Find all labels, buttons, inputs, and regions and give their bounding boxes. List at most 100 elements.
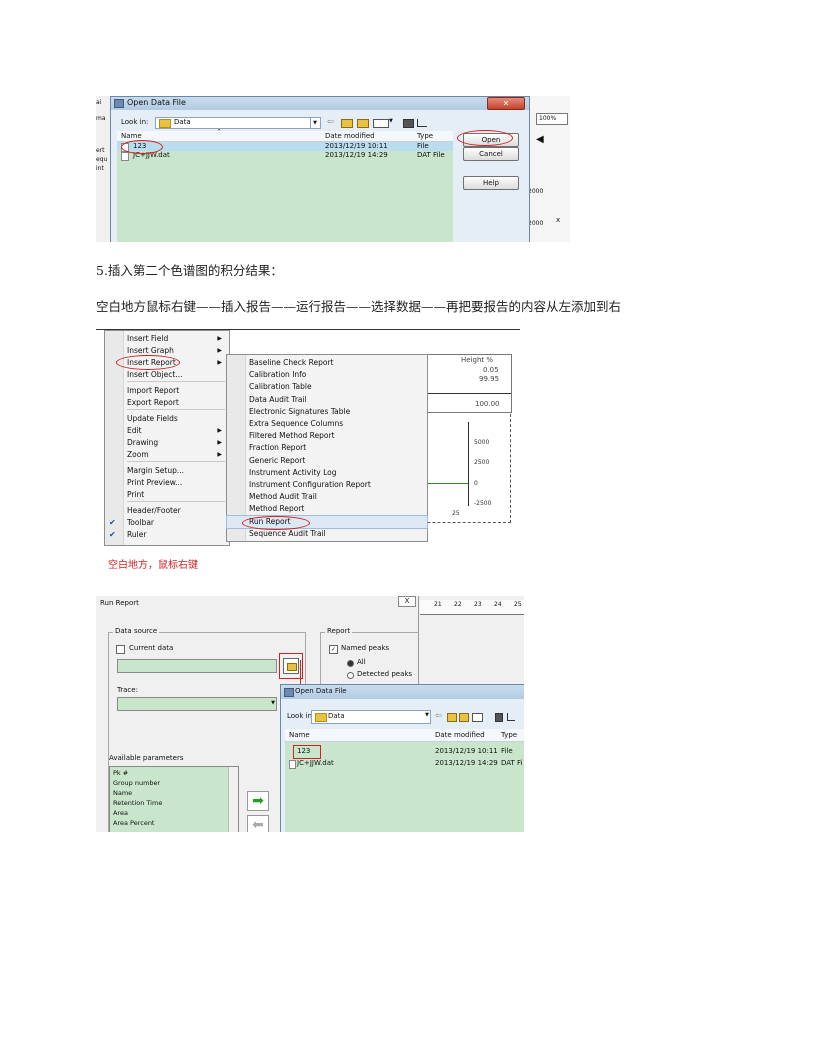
submenu-item[interactable]: Instrument Activity Log (227, 467, 427, 479)
submenu-item[interactable]: Baseline Check Report (227, 357, 427, 369)
submenu-item[interactable]: Calibration Table (227, 381, 427, 393)
views-chevron-icon[interactable]: ▼ (389, 118, 393, 124)
context-menu-item[interactable]: Import Report (105, 385, 229, 397)
menu-item-label: Edit (127, 426, 142, 435)
context-menu-item[interactable]: Zoom ▶ (105, 449, 229, 461)
zoom-box[interactable]: 100% (536, 113, 568, 125)
col-name[interactable]: Name (121, 132, 142, 140)
up-folder-icon[interactable] (341, 119, 353, 128)
param-item[interactable]: Area Percent (113, 818, 154, 828)
menu-item-label: Print Preview... (127, 478, 183, 487)
data-source-label: Data source (113, 627, 160, 635)
open-highlight-circle (457, 130, 513, 146)
close-button[interactable]: ✕ (487, 97, 525, 110)
look-in-select[interactable]: Data ▼ (311, 710, 431, 724)
back-icon[interactable]: ⇦ (435, 711, 442, 720)
col-type[interactable]: Type (501, 731, 517, 739)
up-folder-icon[interactable] (447, 713, 457, 722)
close-button[interactable]: X (398, 596, 416, 607)
context-menu-item[interactable]: Insert Object... (105, 369, 229, 381)
file-icon (121, 152, 129, 161)
back-icon[interactable]: ⇦ (327, 117, 334, 126)
insert-report-highlight (116, 355, 180, 370)
col-name[interactable]: Name (289, 731, 310, 739)
context-menu-item[interactable]: Drawing ▶ (105, 437, 229, 449)
ruler-number: 22 (454, 601, 462, 608)
right-axis-2: 2000 (528, 220, 544, 227)
data-path-input[interactable] (117, 659, 277, 673)
folder-icon (315, 713, 327, 722)
file-row[interactable]: 123 2013/12/19 10:11 File (117, 142, 453, 152)
named-peaks-label: Named peaks (341, 644, 390, 652)
tick-label: 5000 (474, 439, 490, 446)
preview-icon[interactable] (495, 713, 503, 722)
menu-item-label: Margin Setup... (127, 466, 184, 475)
report-label: Report (325, 627, 353, 635)
submenu-item[interactable]: Filtered Method Report (227, 430, 427, 442)
trace-select[interactable]: ▼ (117, 697, 277, 711)
context-menu-item[interactable]: ✔ Ruler (105, 529, 229, 541)
submenu-item-label: Electronic Signatures Table (249, 406, 351, 416)
look-in-select[interactable]: Data ▼ (155, 117, 321, 129)
submenu-item-label: Calibration Info (249, 370, 307, 380)
detected-radio[interactable] (347, 672, 354, 679)
left-label-5: int (96, 165, 104, 172)
add-arrow-icon[interactable]: ➡ (247, 791, 269, 811)
preview-icon[interactable] (403, 119, 414, 128)
context-menu-item[interactable]: Edit ▶ (105, 425, 229, 437)
file-type: DAT Fi (501, 759, 523, 767)
param-item[interactable]: Area (113, 808, 128, 818)
param-item[interactable]: Group number (113, 778, 160, 788)
chart-icon[interactable] (417, 119, 427, 127)
submenu-item[interactable]: Electronic Signatures Table (227, 406, 427, 418)
file-row[interactable]: JC+JJW.dat 2013/12/19 14:29 DAT File (117, 151, 453, 161)
file-list: Name ^ Date modified Type 123 2013/12/19… (117, 129, 453, 242)
chart-icon[interactable] (507, 713, 515, 721)
help-button[interactable]: Help (463, 176, 519, 190)
context-menu-item[interactable]: Update Fields (105, 413, 229, 425)
context-menu-item[interactable]: Insert Field ▶ (105, 333, 229, 345)
param-item[interactable]: Name (113, 788, 132, 798)
file-date: 2013/12/19 14:29 (435, 759, 498, 767)
new-folder-icon[interactable] (459, 713, 469, 722)
col-date[interactable]: Date modified (325, 132, 375, 140)
views-icon[interactable] (472, 713, 483, 722)
submenu-item[interactable]: Calibration Info (227, 369, 427, 381)
submenu-item[interactable]: Method Audit Trail (227, 491, 427, 503)
submenu-item-label: Method Report (249, 504, 305, 514)
context-menu-item[interactable]: ✔ Toolbar (105, 517, 229, 529)
submenu-item[interactable]: Generic Report (227, 455, 427, 467)
menu-separator (127, 409, 225, 410)
context-menu-item[interactable]: Print Preview... (105, 477, 229, 489)
background-window-right: 100% ◀ 2000 2000 x (526, 96, 570, 242)
run-report-highlight (242, 516, 310, 530)
submenu-arrow-icon: ▶ (217, 359, 222, 366)
cancel-button[interactable]: Cancel (463, 147, 519, 161)
submenu-item[interactable]: Instrument Configuration Report (227, 479, 427, 491)
submenu-item[interactable]: Fraction Report (227, 442, 427, 454)
look-in-value: Data (328, 712, 345, 720)
list-scrollbar[interactable] (228, 767, 238, 832)
file-row[interactable]: JC+JJW.dat 2013/12/19 14:29 DAT Fi (285, 759, 524, 769)
named-peaks-checkbox[interactable]: ✓ (329, 645, 338, 654)
submenu-item[interactable]: Data Audit Trail (227, 394, 427, 406)
context-menu-item[interactable]: Margin Setup... (105, 465, 229, 477)
context-menu-item[interactable]: Export Report (105, 397, 229, 409)
submenu-item[interactable]: Extra Sequence Columns (227, 418, 427, 430)
views-icon[interactable] (373, 119, 389, 128)
current-data-checkbox[interactable] (116, 645, 125, 654)
param-item[interactable]: Retention Time (113, 798, 162, 808)
context-menu-item[interactable]: Header/Footer (105, 505, 229, 517)
context-menu-item[interactable]: Print (105, 489, 229, 501)
params-list[interactable]: Pk # Group number Name Retention Time Area Ar… (109, 766, 239, 832)
col-date[interactable]: Date modified (435, 731, 485, 739)
remove-arrow-icon[interactable]: ⬅ (247, 815, 269, 832)
col-type[interactable]: Type (417, 132, 433, 140)
context-menu-item[interactable]: Insert Graph ▶ (105, 345, 229, 357)
all-radio[interactable] (347, 660, 354, 667)
submenu-item[interactable]: Sequence Audit Trail (227, 528, 427, 540)
new-folder-icon[interactable] (357, 119, 369, 128)
param-item[interactable]: Pk # (113, 768, 128, 778)
menu-item-label: Insert Field (127, 334, 169, 343)
submenu-item[interactable]: Method Report (227, 503, 427, 515)
